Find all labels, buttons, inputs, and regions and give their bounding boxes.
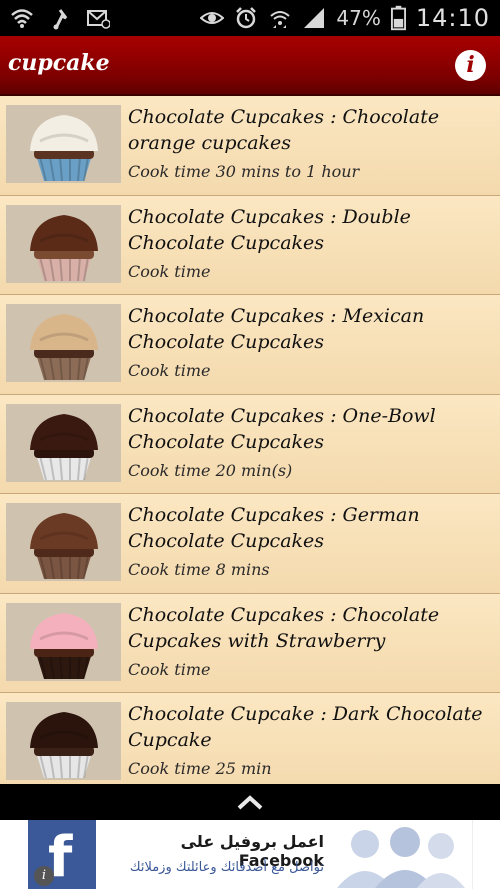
recipe-list-item[interactable]: Chocolate Cupcakes : Chocolate Cupcakes … [0,593,500,693]
ad-subtitle: تواصل مع أصدقائك وعائلتك وزملائك [129,860,324,875]
cupcake-image [6,105,121,183]
recipe-cook-time: Cook time 25 min [128,759,272,778]
cupcake-image [6,702,121,780]
recipe-thumbnail [6,403,121,482]
wifi-icon [11,9,33,28]
recipe-title: Chocolate Cupcakes : Mexican Chocolate C… [128,305,425,353]
eye-icon [200,12,225,24]
cell-signal-icon [304,8,325,28]
email-notification-icon [87,10,110,29]
app-title: cupcake [8,50,110,76]
recipe-list-item[interactable]: Chocolate Cupcakes : Chocolate orange cu… [0,96,500,196]
wifi-signal-icon [270,11,291,28]
recipe-title: Chocolate Cupcakes : German Chocolate Cu… [128,504,420,552]
people-illustration-icon [337,827,465,888]
recipe-thumbnail [6,204,121,283]
recipe-cook-time: Cook time 20 min(s) [128,460,293,480]
recipe-thumbnail [6,105,121,183]
recipe-cook-time: Cook time [128,361,211,380]
cupcake-image [6,304,121,382]
chevron-up-icon[interactable] [236,794,264,810]
recipe-title: Chocolate Cupcake : Dark Chocolate Cupca… [128,703,483,751]
recipe-list-item[interactable]: Chocolate Cupcakes : One-Bowl Chocolate … [0,394,500,494]
alarm-icon [236,7,257,29]
status-bar: 47% 14:10 [0,0,500,36]
ad-banner[interactable]: f اعمل بروفيل على Facebook تواصل مع أصدق… [0,820,500,889]
recipe-title: Chocolate Cupcakes : Double Chocolate Cu… [128,205,411,254]
recipe-list[interactable]: Chocolate Cupcakes : Chocolate orange cu… [0,96,500,784]
cupcake-image [6,403,121,482]
recipe-list-item[interactable]: Chocolate Cupcakes : Mexican Chocolate C… [0,295,500,395]
clock: 14:10 [415,4,490,32]
cupcake-image [6,602,121,681]
ad-info-icon[interactable]: i [34,866,54,886]
info-button[interactable]: i [455,50,486,81]
usb-debug-icon [53,9,68,30]
recipe-cook-time: Cook time 8 mins [128,560,270,579]
recipe-title: Chocolate Cupcakes : Chocolate Cupcakes … [128,603,440,652]
bottom-bar [0,784,500,820]
recipe-thumbnail [6,503,121,581]
recipe-list-item[interactable]: Chocolate Cupcake : Dark Chocolate Cupca… [0,693,500,784]
battery-icon [390,5,406,31]
recipe-cook-time: Cook time [128,261,211,281]
recipe-thumbnail [6,602,121,681]
recipe-title: Chocolate Cupcakes : Chocolate orange cu… [128,106,440,154]
recipe-title: Chocolate Cupcakes : One-Bowl Chocolate … [128,404,436,453]
battery-percent: 47% [336,6,381,30]
recipe-list-item[interactable]: Chocolate Cupcakes : Double Chocolate Cu… [0,195,500,295]
recipe-list-item[interactable]: Chocolate Cupcakes : German Chocolate Cu… [0,494,500,594]
app-bar: cupcake i [0,36,500,96]
recipe-thumbnail [6,304,121,382]
cupcake-image [6,204,121,283]
cupcake-image [6,503,121,581]
recipe-cook-time: Cook time 30 mins to 1 hour [128,162,360,181]
recipe-thumbnail [6,702,121,780]
recipe-cook-time: Cook time [128,659,211,679]
